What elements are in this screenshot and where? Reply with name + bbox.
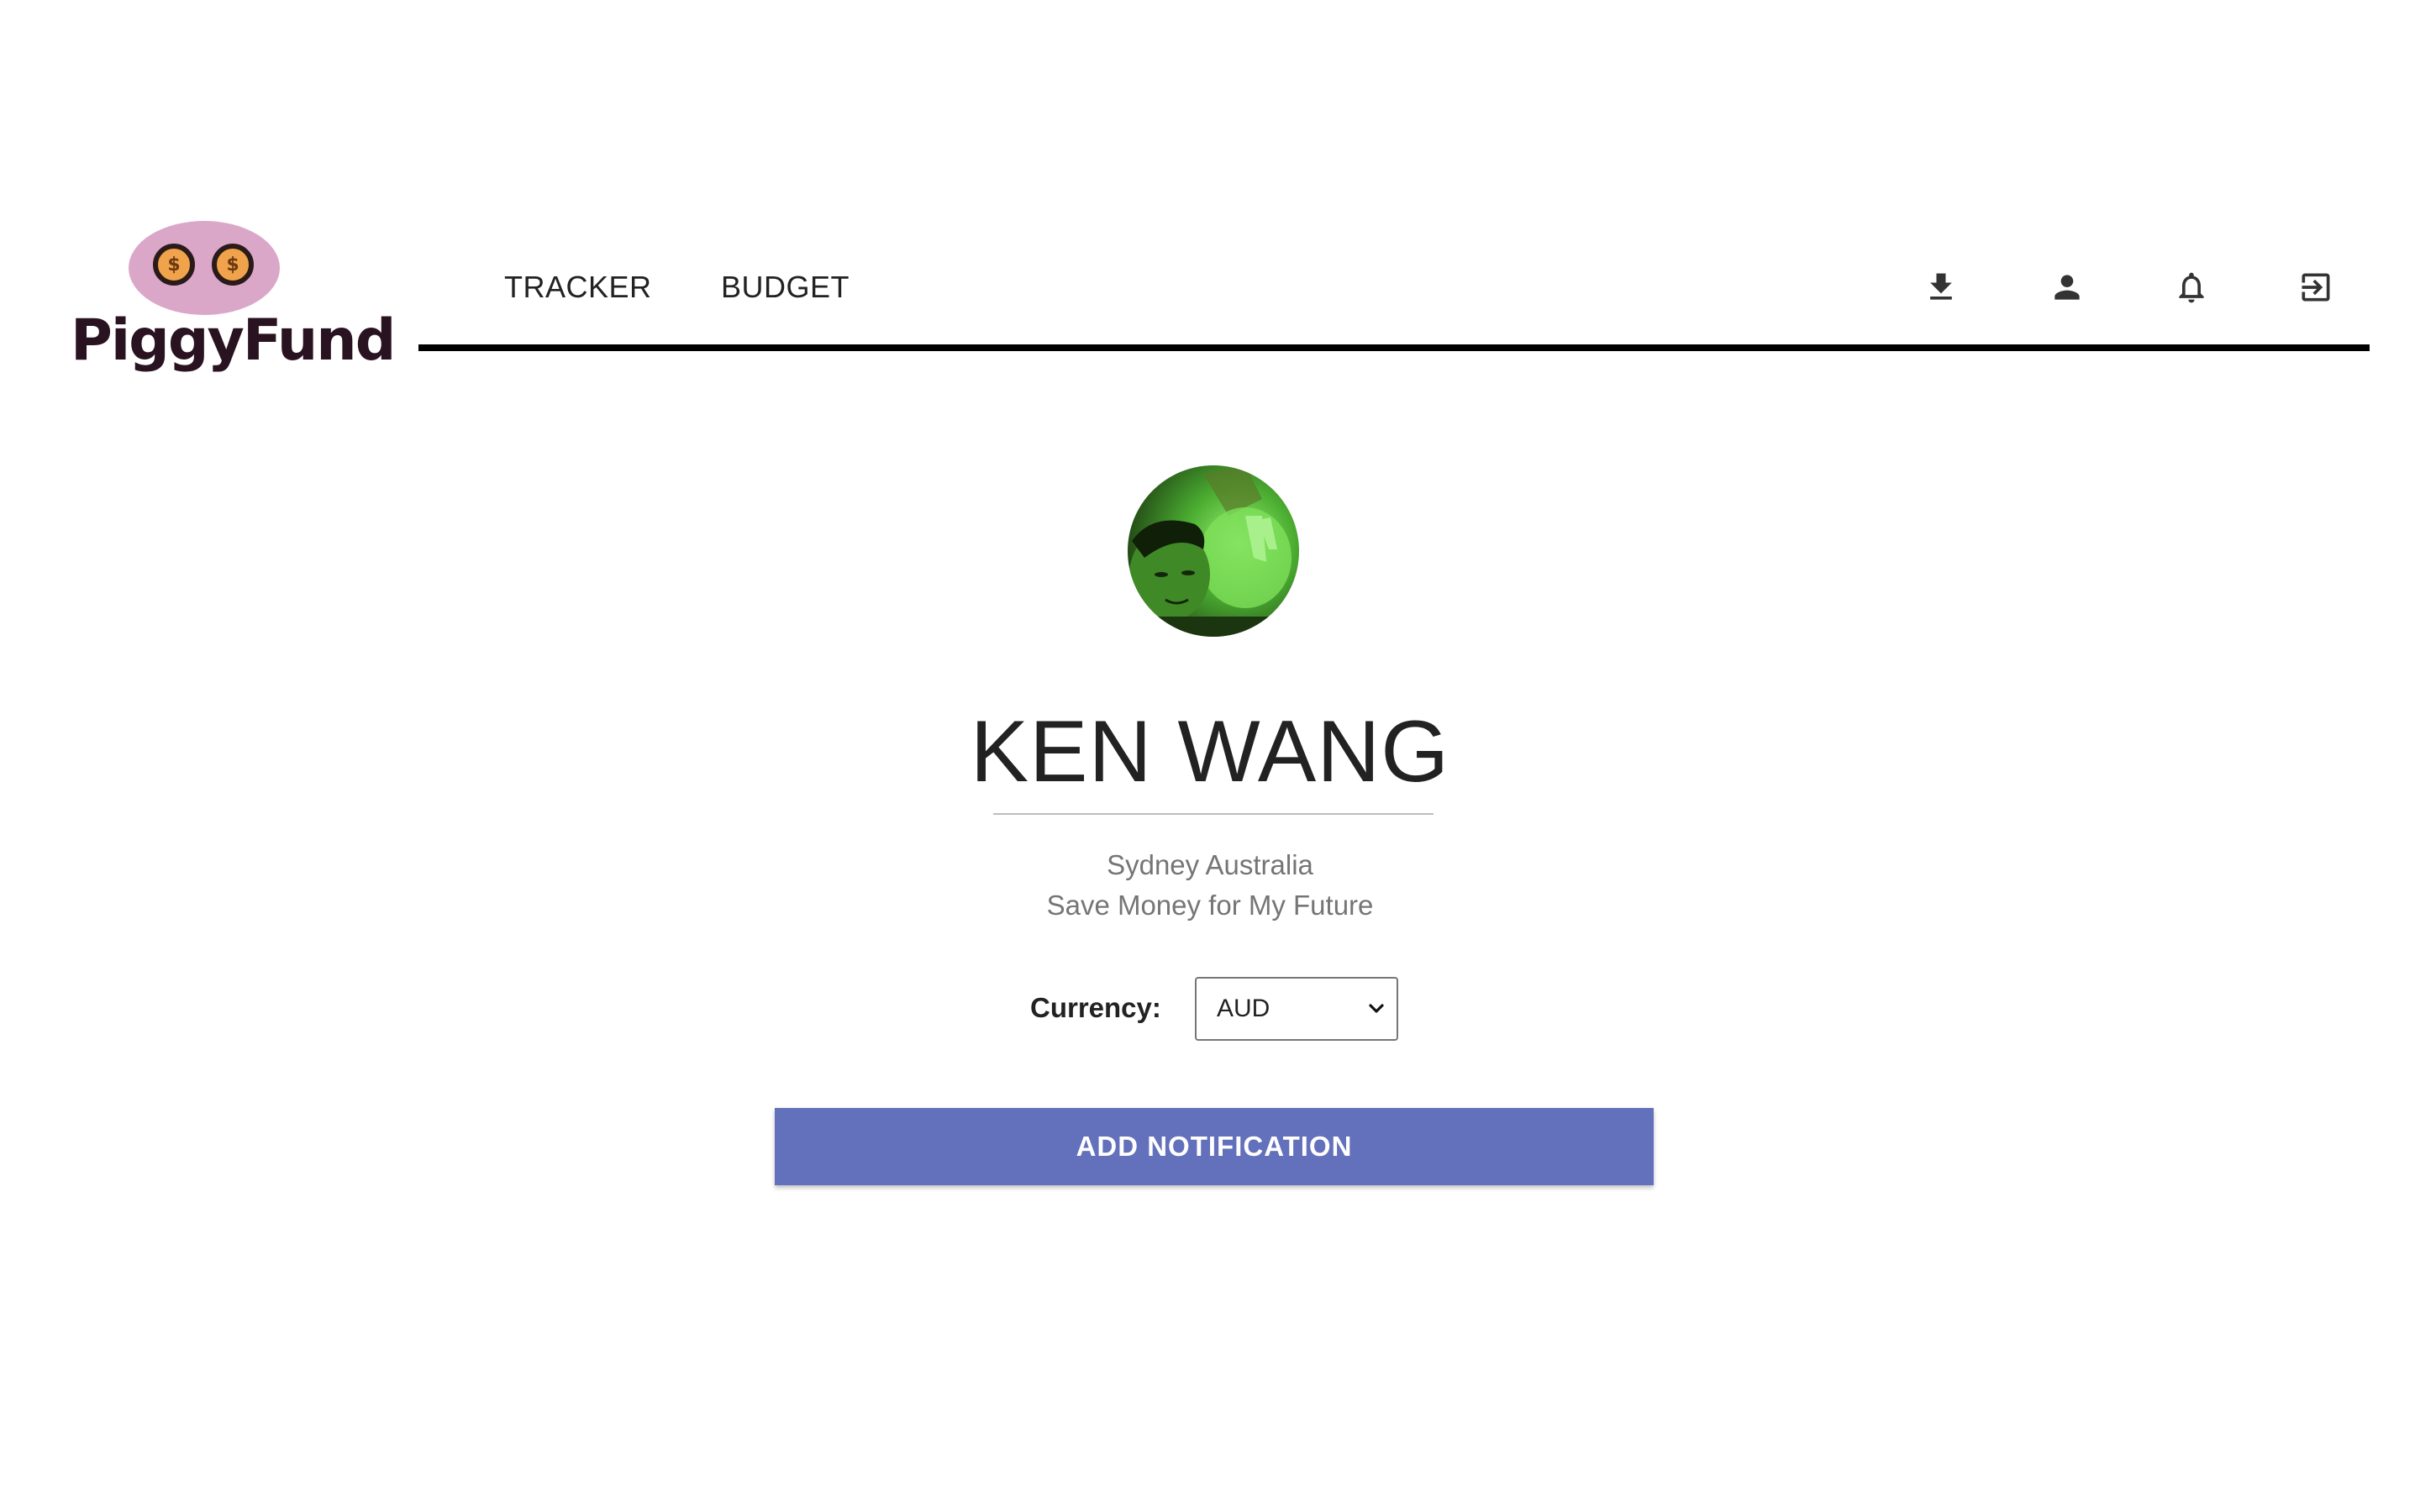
logout-icon[interactable] xyxy=(2291,262,2341,312)
brand-name: PiggyFund xyxy=(71,307,396,374)
bell-icon[interactable] xyxy=(2166,262,2217,312)
profile-name: KEN WANG xyxy=(970,703,1450,801)
person-icon[interactable] xyxy=(2042,262,2092,312)
name-divider xyxy=(993,813,1434,815)
nav-tracker-link[interactable]: TRACKER xyxy=(504,267,652,307)
download-icon[interactable] xyxy=(1916,262,1966,312)
avatar xyxy=(1128,465,1299,637)
add-notification-button[interactable]: ADD NOTIFICATION xyxy=(775,1108,1654,1185)
currency-select[interactable]: AUD xyxy=(1195,977,1398,1041)
nav-budget-link[interactable]: BUDGET xyxy=(721,267,850,307)
pig-icon xyxy=(129,221,280,315)
piggyfund-logo[interactable]: $ $ PiggyFund xyxy=(67,217,396,385)
currency-selected-value: AUD xyxy=(1217,995,1270,1022)
coin-icon: $ xyxy=(212,244,254,286)
profile-motto: Save Money for My Future xyxy=(1046,890,1374,921)
chevron-down-icon xyxy=(1369,1004,1384,1013)
profile-location: Sydney Australia xyxy=(1107,849,1313,880)
coin-icon: $ xyxy=(153,244,195,286)
nav-divider xyxy=(418,344,2370,351)
currency-label: Currency: xyxy=(1030,992,1161,1023)
